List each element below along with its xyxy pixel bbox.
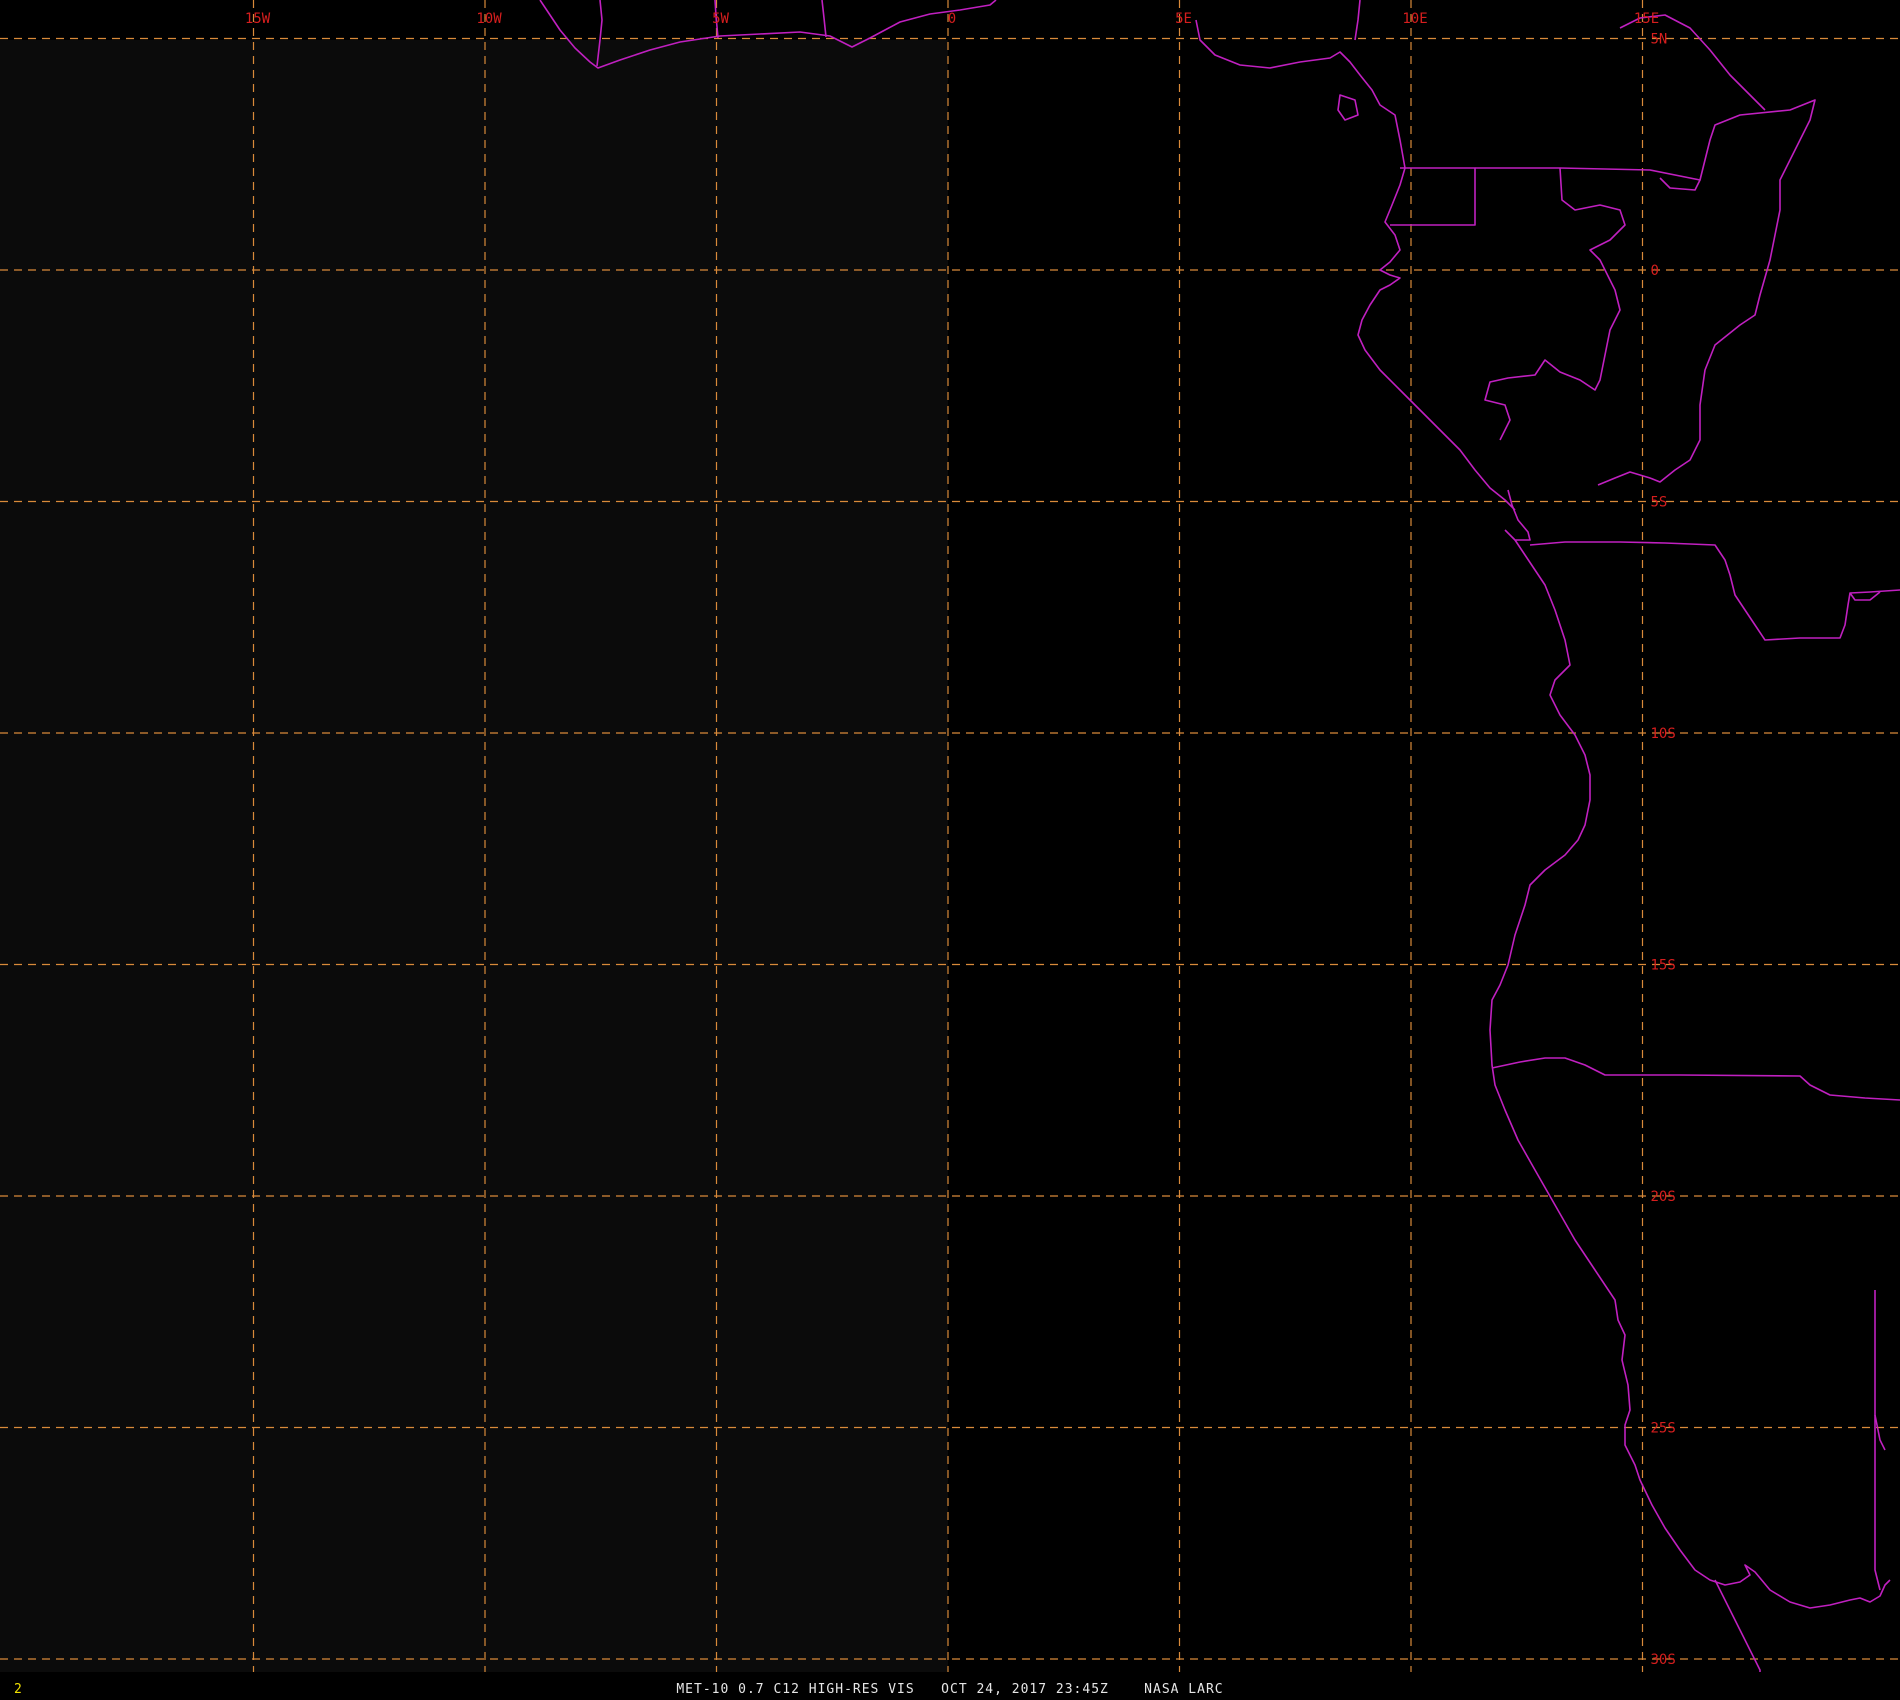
meridian-label: 10E	[1402, 11, 1427, 27]
parallel-label: 30S	[1651, 1652, 1676, 1668]
parallel-label: 15S	[1651, 958, 1676, 974]
parallel-label: 5S	[1651, 495, 1668, 511]
parallel-label: 20S	[1651, 1189, 1676, 1205]
dim-visible-region	[0, 40, 948, 1688]
meridian-label: 15E	[1634, 11, 1659, 27]
parallel-label: 25S	[1651, 1421, 1676, 1437]
caption-bar: 2 MET-10 0.7 C12 HIGH-RES VIS OCT 24, 20…	[0, 1672, 1900, 1700]
parallel-label: 0	[1651, 263, 1659, 279]
product-caption: MET-10 0.7 C12 HIGH-RES VIS OCT 24, 2017…	[676, 1682, 1224, 1697]
meridian-label: 5W	[712, 11, 729, 27]
meridian-label: 10W	[476, 11, 502, 27]
meridian-label: 0	[948, 11, 956, 27]
parallel-label: 10S	[1651, 726, 1676, 742]
satellite-map: 15W 10W 5W 0 5E 10E 15E 5N 0 5S 10S 15S 20S 25S 30S	[0, 0, 1900, 1700]
parallel-label: 5N	[1651, 32, 1668, 48]
meridian-label: 15W	[245, 11, 271, 27]
meridian-label: 5E	[1175, 11, 1192, 27]
